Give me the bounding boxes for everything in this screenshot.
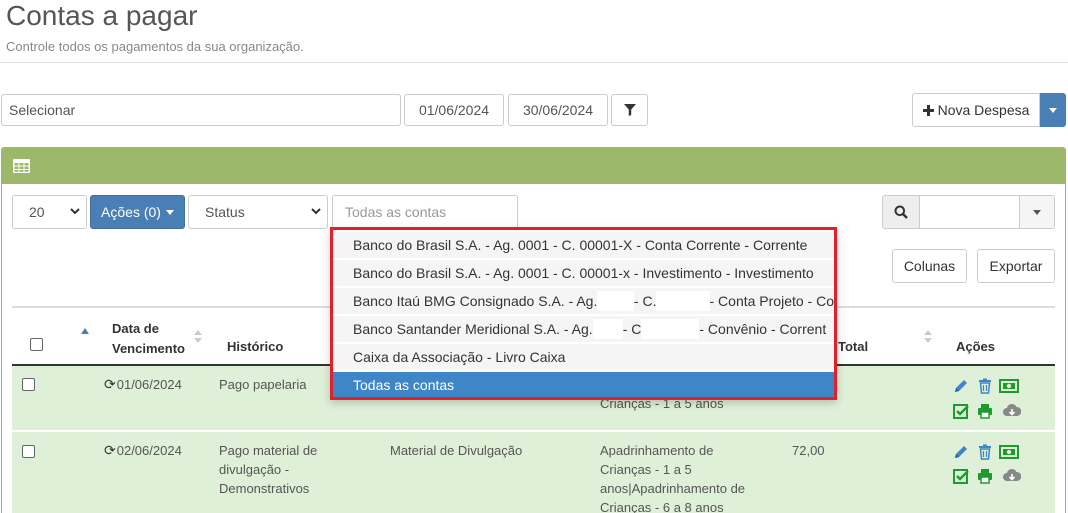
option-text: Banco Santander Meridional S.A. - Ag. [353,321,593,337]
option-text: - C. [633,293,657,309]
panel-header [2,148,1065,184]
contas-select[interactable]: Todas as contas [332,195,518,229]
dropdown-option[interactable]: Banco Itaú BMG Consignado S.A. - Ag. - C… [333,288,834,314]
option-text: Banco Itaú BMG Consignado S.A. - Ag. [353,293,598,309]
option-text: - Conta Projeto - Co [709,293,835,309]
select-filter[interactable]: Selecionar [1,94,401,126]
redacted-field [592,319,623,339]
search-options-toggle[interactable] [1019,195,1055,229]
chevron-down-icon [70,208,80,215]
row-valor: 72,00 [792,443,825,458]
row-date: ⟳02/06/2024 [104,441,182,460]
redacted-field [597,291,634,311]
filter-icon [623,104,636,116]
title-divider [0,62,1068,63]
print-icon[interactable] [976,403,994,419]
chevron-down-icon [311,208,321,215]
row-categoria: Material de Divulgação [390,443,523,458]
caret-down-icon [165,209,174,215]
plus-icon [922,104,934,116]
row-checkbox[interactable] [22,378,35,391]
page-title: Contas a pagar [6,0,198,31]
select-all-checkbox[interactable] [30,338,43,351]
nova-despesa-dropdown-toggle[interactable] [1040,93,1066,127]
money-icon[interactable] [999,378,1019,394]
sort-icon[interactable] [924,330,932,344]
date-to-input[interactable]: 30/06/2024 [508,94,608,126]
nova-despesa-label: Nova Despesa [937,102,1030,118]
date-from-input[interactable]: 01/06/2024 [404,94,504,126]
download-icon[interactable] [1003,468,1021,484]
page-size-value: 20 [29,204,45,220]
sort-asc-icon[interactable] [81,328,89,334]
acoes-button[interactable]: Ações (0) [90,195,185,229]
recurring-icon: ⟳ [104,376,116,392]
print-icon[interactable] [976,468,994,484]
row-date: ⟳01/06/2024 [104,375,182,394]
chevron-down-icon [1049,107,1057,113]
accounts-dropdown: Banco do Brasil S.A. - Ag. 0001 - C. 000… [330,227,837,400]
trash-icon[interactable] [976,378,994,394]
caret-down-icon [1033,209,1041,215]
th-vencimento[interactable]: Data de Vencimento [112,319,202,359]
search-input[interactable] [920,195,1020,229]
check-icon[interactable] [952,403,970,419]
dropdown-option[interactable]: Caixa da Associação - Livro Caixa [333,344,834,370]
acoes-label: Ações (0) [101,204,161,220]
th-total[interactable]: Total [838,339,868,354]
dropdown-option-selected[interactable]: Todas as contas [333,372,834,397]
download-icon[interactable] [1003,403,1021,419]
th-historico[interactable]: Histórico [227,339,283,354]
money-icon[interactable] [999,444,1019,460]
th-acoes: Ações [956,339,996,354]
search-addon [882,195,920,229]
status-select[interactable]: Status [188,195,328,229]
colunas-button[interactable]: Colunas [892,249,967,283]
sort-icon[interactable] [194,330,202,344]
recurring-icon: ⟳ [104,442,116,458]
page-subtitle: Controle todos os pagamentos da sua orga… [6,39,304,54]
grid-icon [13,159,30,173]
redacted-field [656,291,710,311]
dropdown-option[interactable]: Banco do Brasil S.A. - Ag. 0001 - C. 000… [333,232,834,258]
option-text: - Convênio - Corrent [699,321,827,337]
page-size-select[interactable]: 20 [12,195,87,229]
row-checkbox[interactable] [22,445,35,458]
dropdown-option[interactable]: Banco do Brasil S.A. - Ag. 0001 - C. 000… [333,260,834,286]
redacted-field [641,319,700,339]
exportar-button[interactable]: Exportar [977,249,1055,283]
nova-despesa-button[interactable]: Nova Despesa [912,93,1040,127]
search-icon [894,205,908,219]
row-historico: Pago material de divulgação - Demonstrat… [219,443,318,496]
row-date-text: 01/06/2024 [116,377,182,392]
edit-icon[interactable] [952,378,970,394]
status-label: Status [205,204,245,220]
row-historico: Pago papelaria [219,377,307,392]
row-projeto: Apadrinhamento de Crianças - 1 a 5 anos|… [600,443,746,513]
edit-icon[interactable] [952,444,970,460]
filter-button[interactable] [611,94,648,126]
dropdown-option[interactable]: Banco Santander Meridional S.A. - Ag. - … [333,316,834,342]
row-date-text: 02/06/2024 [116,443,182,458]
trash-icon[interactable] [976,444,994,460]
option-text: - C [622,321,642,337]
check-icon[interactable] [952,468,970,484]
